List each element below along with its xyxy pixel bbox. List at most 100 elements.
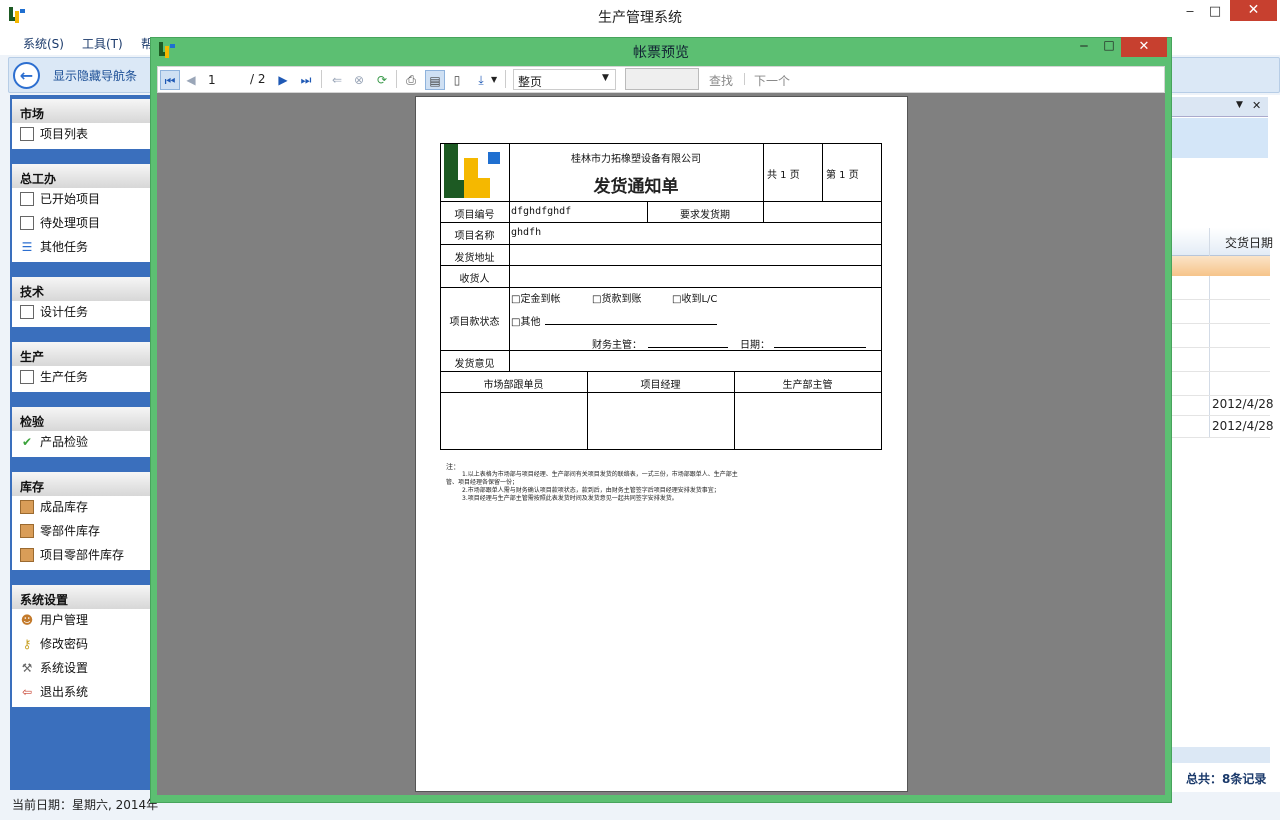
project-name-label: 项目名称: [454, 231, 495, 242]
page-setup-icon[interactable]: ▯: [447, 70, 467, 90]
form-line: [440, 392, 882, 393]
document-icon: [20, 305, 34, 319]
dialog-close-button[interactable]: ✕: [1121, 37, 1167, 57]
user-icon: ☻: [20, 613, 34, 627]
company-logo-icon: [444, 144, 502, 200]
sidebar-item-parts-inventory[interactable]: 零部件库存: [20, 521, 100, 543]
find-input[interactable]: [625, 68, 699, 90]
table-row[interactable]: [1172, 300, 1270, 324]
sidebar-item-exit[interactable]: ⇦ 退出系统: [20, 682, 88, 704]
checkmark-icon: ✔: [21, 435, 33, 449]
separator: [505, 70, 506, 88]
sidebar-item-finished-goods[interactable]: 成品库存: [20, 497, 88, 519]
form-line: [763, 143, 764, 222]
sidebar-item-started-projects[interactable]: 已开始项目: [20, 189, 100, 211]
window-title: 生产管理系统: [598, 10, 682, 26]
back-arrow-icon[interactable]: ←: [13, 62, 40, 89]
document-icon: [20, 370, 34, 384]
section-system-settings[interactable]: 系统设置: [12, 585, 150, 609]
option-deposit: □定金到帐: [511, 294, 561, 305]
dialog-minimize-button[interactable]: ‒: [1072, 38, 1096, 58]
form-line: [440, 265, 882, 266]
sidebar-item-project-parts[interactable]: 项目零部件库存: [20, 545, 124, 567]
first-page-icon[interactable]: ⏮: [160, 70, 180, 90]
document-play-icon: [20, 192, 34, 206]
horizontal-scrollbar[interactable]: [1172, 747, 1270, 763]
total-pages: 共 1 页: [767, 170, 800, 181]
sidebar-item-product-inspection[interactable]: ✔ 产品检验: [20, 432, 88, 454]
section-production[interactable]: 生产: [12, 342, 150, 366]
table-cell-date: 2012/4/28: [1212, 397, 1274, 411]
form-line: [440, 350, 882, 351]
table-row[interactable]: [1172, 276, 1270, 300]
page-layout-icon[interactable]: ▤: [425, 70, 445, 90]
menu-system[interactable]: 系统(S): [23, 35, 64, 52]
print-icon[interactable]: ⎙: [401, 70, 421, 90]
section-engineering-office[interactable]: 总工办: [12, 164, 150, 188]
toggle-nav-button[interactable]: 显示隐藏导航条: [53, 67, 137, 84]
sidebar-item-pending-projects[interactable]: 待处理项目: [20, 213, 100, 235]
page-number: 第 1 页: [826, 170, 859, 181]
sidebar-item-user-management[interactable]: ☻ 用户管理: [20, 610, 88, 632]
sidebar-item-production-tasks[interactable]: 生产任务: [20, 367, 88, 389]
sidebar-item-settings[interactable]: ⚒ 系统设置: [20, 658, 88, 680]
dialog-title: 帐票预览: [633, 45, 689, 61]
option-other: □其他: [511, 317, 541, 328]
sidebar-item-other-tasks[interactable]: ☰ 其他任务: [20, 237, 88, 259]
form-line: [440, 287, 882, 288]
dialog-maximize-button[interactable]: □: [1097, 38, 1121, 58]
zoom-select[interactable]: 整页: [513, 69, 616, 90]
box-icon: [20, 548, 34, 562]
section-inspection[interactable]: 检验: [12, 407, 150, 431]
form-line: [440, 449, 882, 450]
panel-close-icon[interactable]: ✕: [1252, 99, 1261, 112]
finance-label: 财务主管：: [592, 340, 642, 351]
form-line: [440, 244, 882, 245]
box-icon: [20, 524, 34, 538]
note-heading: 注：: [446, 463, 460, 471]
prev-page-icon[interactable]: ◀: [181, 70, 201, 90]
close-button[interactable]: ✕: [1230, 0, 1277, 21]
sidebar-item-project-list[interactable]: 项目列表: [20, 124, 88, 146]
section-market[interactable]: 市场: [12, 99, 150, 123]
last-page-icon[interactable]: ⏭: [296, 70, 316, 90]
refresh-icon[interactable]: ⟳: [372, 70, 392, 90]
find-next-button[interactable]: 下一个: [754, 72, 790, 89]
export-dropdown-icon[interactable]: ▼: [491, 75, 497, 84]
sidebar-item-design-tasks[interactable]: 设计任务: [20, 302, 88, 324]
page-total: / 2: [250, 72, 266, 86]
dropdown-icon[interactable]: ▼: [1236, 100, 1243, 110]
panel-band: [1172, 118, 1268, 158]
section-technical[interactable]: 技术: [12, 277, 150, 301]
export-icon[interactable]: ⤓: [471, 70, 491, 90]
selected-row[interactable]: [1172, 256, 1270, 276]
tools-icon: ⚒: [21, 661, 33, 675]
record-count: 总共：8条记录: [1186, 772, 1267, 786]
sidebar-item-change-password[interactable]: ⚷ 修改密码: [20, 634, 88, 656]
next-page-icon[interactable]: ▶: [273, 70, 293, 90]
table-row[interactable]: [1172, 324, 1270, 348]
form-line: [822, 143, 823, 201]
form-line: [881, 143, 882, 450]
form-line: [440, 143, 882, 144]
key-icon: ⚷: [22, 637, 32, 651]
box-icon: [20, 500, 34, 514]
menu-tools[interactable]: 工具(T): [82, 35, 123, 52]
find-button[interactable]: 查找: [709, 72, 733, 89]
table-row[interactable]: [1172, 348, 1270, 372]
column-header-delivery-date[interactable]: 交货日期: [1225, 234, 1273, 251]
page-number-input[interactable]: 1: [204, 70, 250, 90]
section-inventory[interactable]: 库存: [12, 472, 150, 496]
project-no-value: dfghdfghdf: [511, 206, 572, 217]
separator: [744, 73, 745, 85]
maximize-button[interactable]: □: [1200, 0, 1230, 24]
chevron-down-icon[interactable]: ▼: [602, 73, 609, 83]
form-title: 发货通知单: [593, 177, 679, 197]
list-icon: ☰: [21, 240, 33, 254]
back-icon[interactable]: ⇐: [327, 70, 347, 90]
document-icon: [20, 216, 34, 230]
table-cell-date: 2012/4/28: [1212, 419, 1274, 433]
sign-production: 生产部主管: [782, 380, 833, 391]
stop-icon[interactable]: ⊗: [349, 70, 369, 90]
address-label: 发货地址: [454, 253, 495, 264]
